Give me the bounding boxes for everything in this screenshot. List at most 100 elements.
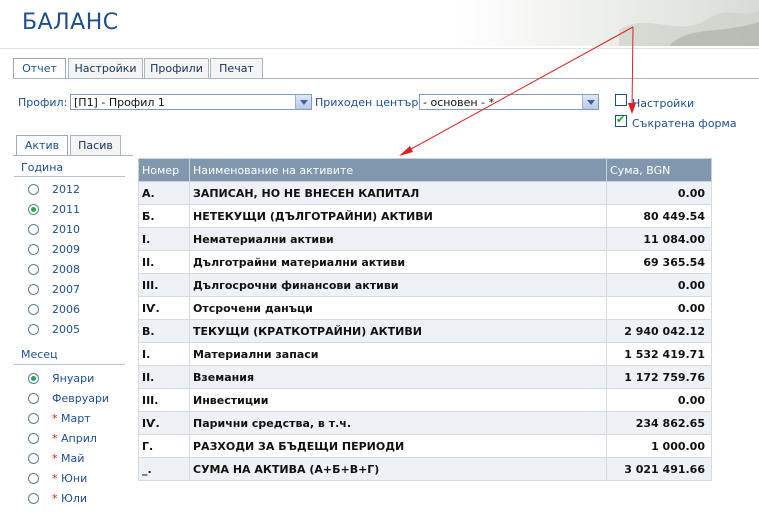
- table-row[interactable]: І. Материални запаси 1 532 419.71: [138, 342, 712, 366]
- table-row[interactable]: ІІІ. Дългосрочни финансови активи 0.00: [138, 273, 712, 297]
- table-row[interactable]: _. СУМА НА АКТИВА (А+Б+В+Г) 3 021 491.66: [138, 457, 712, 481]
- settings-checkbox-label: Настройки: [632, 97, 695, 110]
- cell-amount: 1 172 759.76: [606, 365, 712, 389]
- unavailable-star-icon: *: [52, 412, 61, 425]
- cell-number: ІІІ.: [138, 388, 190, 412]
- cell-number: ІѴ.: [138, 411, 190, 435]
- table-row[interactable]: ІѴ. Парични средства, в т.ч. 234 862.65: [138, 411, 712, 435]
- year-option-label: 2008: [52, 263, 80, 276]
- tab-profiles[interactable]: Профили: [144, 58, 209, 78]
- side-tabs-baseline: [13, 155, 133, 156]
- tab-print[interactable]: Печат: [210, 58, 263, 78]
- cell-amount: 0.00: [606, 181, 712, 205]
- cell-name: Дълготрайни материални активи: [189, 250, 607, 274]
- page-title: БАЛАНС: [22, 10, 119, 35]
- radio-button[interactable]: [28, 304, 39, 315]
- cell-amount: 2 940 042.12: [606, 319, 712, 343]
- month-option-label: * Юни: [52, 472, 87, 485]
- month-option-text: Май: [61, 452, 85, 465]
- center-select[interactable]: - основен - *: [419, 94, 599, 110]
- cell-name: СУМА НА АКТИВА (А+Б+В+Г): [189, 457, 607, 481]
- tab-liabilities[interactable]: Пасив: [70, 135, 121, 155]
- cell-amount: 1 000.00: [606, 434, 712, 458]
- cell-name: Парични средства, в т.ч.: [189, 411, 607, 435]
- cell-amount: 234 862.65: [606, 411, 712, 435]
- month-option-text: Юни: [61, 472, 88, 485]
- cell-name: РАЗХОДИ ЗА БЪДЕЩИ ПЕРИОДИ: [189, 434, 607, 458]
- cell-amount: 3 021 491.66: [606, 457, 712, 481]
- cell-amount: 11 084.00: [606, 227, 712, 251]
- page-header: БАЛАНС: [0, 0, 759, 46]
- assets-table: Номер Наименование на активите Сума, BGN…: [138, 158, 712, 481]
- month-option-text: Април: [61, 432, 97, 445]
- radio-button[interactable]: [28, 184, 39, 195]
- month-option-label: * Май: [52, 452, 84, 465]
- settings-checkbox[interactable]: [615, 94, 627, 106]
- radio-button[interactable]: [28, 393, 39, 404]
- table-row[interactable]: ІІ. Вземания 1 172 759.76: [138, 365, 712, 389]
- annotation-arrowhead: [399, 146, 413, 156]
- header-separator: [0, 48, 759, 49]
- month-group-title: Месец: [21, 348, 58, 361]
- radio-button[interactable]: [28, 453, 39, 464]
- cell-amount: 0.00: [606, 388, 712, 412]
- table-row[interactable]: ІѴ. Отсрочени данъци 0.00: [138, 296, 712, 320]
- year-option-label: 2006: [52, 303, 80, 316]
- radio-button[interactable]: [28, 264, 39, 275]
- table-row[interactable]: Г. РАЗХОДИ ЗА БЪДЕЩИ ПЕРИОДИ 1 000.00: [138, 434, 712, 458]
- radio-button[interactable]: [28, 244, 39, 255]
- cell-name: НЕТЕКУЩИ (ДЪЛГОТРАЙНИ) АКТИВИ: [189, 204, 607, 228]
- month-option-label: * Юли: [52, 492, 87, 505]
- tab-settings[interactable]: Настройки: [68, 58, 143, 78]
- short-form-checkbox-label: Съкратена форма: [632, 117, 737, 130]
- chevron-down-icon[interactable]: [582, 95, 598, 109]
- year-option-label: 2005: [52, 323, 80, 336]
- chevron-down-icon[interactable]: [295, 95, 311, 109]
- radio-button[interactable]: [28, 204, 39, 215]
- radio-button[interactable]: [28, 324, 39, 335]
- table-row[interactable]: Б. НЕТЕКУЩИ (ДЪЛГОТРАЙНИ) АКТИВИ 80 449.54: [138, 204, 712, 228]
- cell-name: Дългосрочни финансови активи: [189, 273, 607, 297]
- radio-button[interactable]: [28, 224, 39, 235]
- cell-name: ЗАПИСАН, НО НЕ ВНЕСЕН КАПИТАЛ: [189, 181, 607, 205]
- cell-number: В.: [138, 319, 190, 343]
- short-form-checkbox[interactable]: [615, 113, 627, 127]
- month-group-border: [14, 364, 125, 365]
- column-header-amount[interactable]: Сума, BGN: [606, 158, 712, 182]
- year-option-label: 2007: [52, 283, 80, 296]
- table-row[interactable]: ІІІ. Инвестиции 0.00: [138, 388, 712, 412]
- column-header-number[interactable]: Номер: [138, 158, 190, 182]
- tabs-baseline: [13, 78, 759, 79]
- radio-button[interactable]: [28, 433, 39, 444]
- column-header-name[interactable]: Наименование на активите: [189, 158, 607, 182]
- cell-name: Отсрочени данъци: [189, 296, 607, 320]
- cell-number: І.: [138, 342, 190, 366]
- month-option-label: * Март: [52, 412, 91, 425]
- month-option-text: Юли: [61, 492, 88, 505]
- cell-number: А.: [138, 181, 190, 205]
- month-option-label: Януари: [52, 372, 95, 385]
- radio-button[interactable]: [28, 493, 39, 504]
- radio-button[interactable]: [28, 284, 39, 295]
- cell-number: ІІ.: [138, 365, 190, 389]
- profile-select[interactable]: [П1] - Профил 1: [70, 94, 312, 110]
- table-row[interactable]: І. Нематериални активи 11 084.00: [138, 227, 712, 251]
- cell-number: І.: [138, 227, 190, 251]
- radio-button[interactable]: [28, 473, 39, 484]
- tab-report[interactable]: Отчет: [13, 58, 66, 79]
- unavailable-star-icon: *: [52, 432, 61, 445]
- tab-assets[interactable]: Актив: [16, 135, 68, 156]
- unavailable-star-icon: *: [52, 472, 61, 485]
- unavailable-star-icon: *: [52, 452, 61, 465]
- year-group-title: Година: [21, 161, 64, 174]
- month-option-label: * Април: [52, 432, 97, 445]
- table-row[interactable]: ІІ. Дълготрайни материални активи 69 365.5…: [138, 250, 712, 274]
- cell-number: _.: [138, 457, 190, 481]
- radio-button[interactable]: [28, 413, 39, 424]
- table-row[interactable]: А. ЗАПИСАН, НО НЕ ВНЕСЕН КАПИТАЛ 0.00: [138, 181, 712, 205]
- month-option-text: Март: [61, 412, 91, 425]
- cell-amount: 1 532 419.71: [606, 342, 712, 366]
- table-row[interactable]: В. ТЕКУЩИ (КРАТКОТРАЙНИ) АКТИВИ 2 940 042.…: [138, 319, 712, 343]
- radio-button[interactable]: [28, 373, 39, 384]
- cell-amount: 69 365.54: [606, 250, 712, 274]
